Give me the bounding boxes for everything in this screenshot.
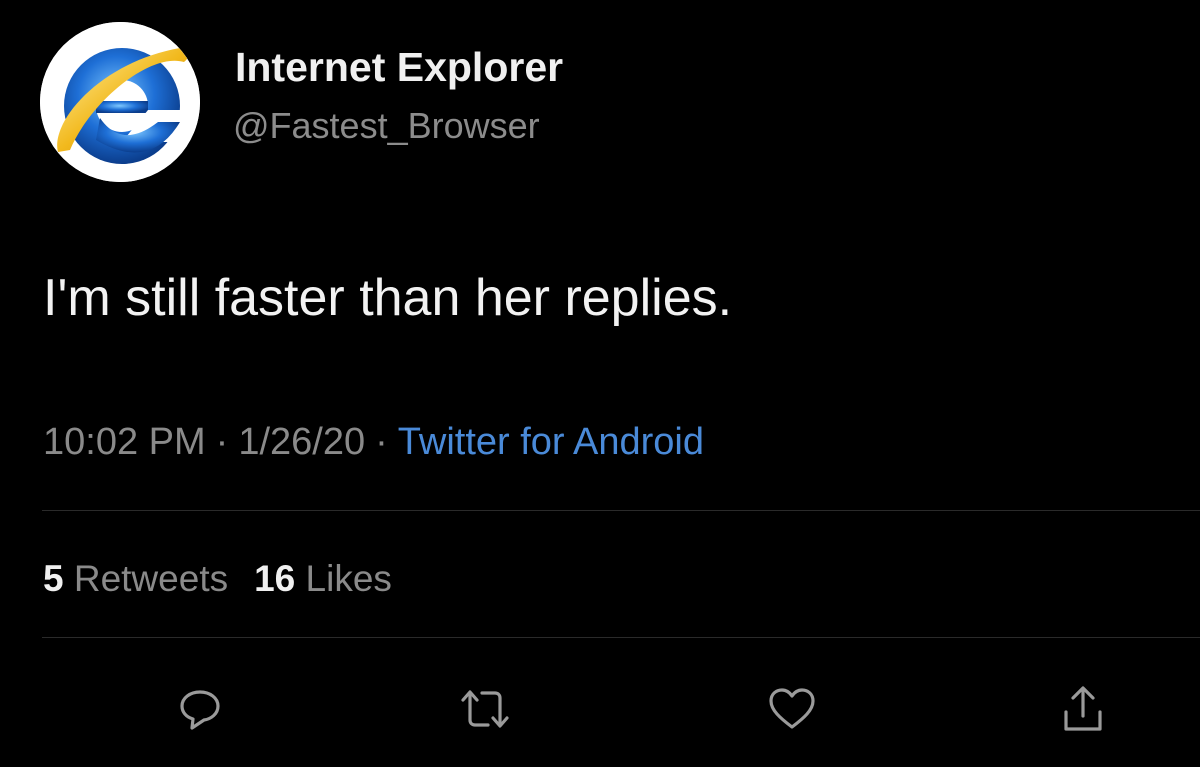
reply-icon — [180, 690, 220, 730]
retweets-count: 5 — [43, 558, 64, 599]
avatar[interactable] — [40, 22, 200, 182]
retweet-icon — [461, 690, 509, 728]
share-icon — [1064, 686, 1102, 731]
tweet-text: I'm still faster than her replies. — [43, 269, 733, 327]
likes-count: 16 — [254, 558, 296, 599]
tweet-meta: 10:02 PM · 1/26/20 · Twitter for Android — [43, 421, 704, 464]
retweet-button[interactable] — [455, 683, 515, 735]
tweet-stats: 5 Retweets 16 Likes — [43, 558, 392, 600]
meta-separator: · — [375, 421, 388, 463]
divider — [42, 510, 1200, 511]
heart-icon — [769, 688, 815, 729]
reply-button[interactable] — [170, 683, 230, 735]
meta-separator: · — [215, 421, 229, 463]
retweets-stat[interactable]: 5 Retweets — [43, 558, 228, 599]
tweet-source-link[interactable]: Twitter for Android — [398, 421, 704, 463]
like-button[interactable] — [762, 683, 822, 735]
likes-label: Likes — [305, 558, 392, 599]
share-button[interactable] — [1053, 683, 1113, 735]
tweet-time: 10:02 PM — [43, 421, 206, 463]
divider — [42, 637, 1200, 638]
internet-explorer-logo-icon — [40, 22, 200, 182]
likes-stat[interactable]: 16 Likes — [254, 558, 392, 599]
user-handle[interactable]: @Fastest_Browser — [233, 105, 540, 147]
display-name[interactable]: Internet Explorer — [235, 44, 563, 91]
tweet-date: 1/26/20 — [238, 421, 366, 463]
retweets-label: Retweets — [73, 558, 229, 599]
